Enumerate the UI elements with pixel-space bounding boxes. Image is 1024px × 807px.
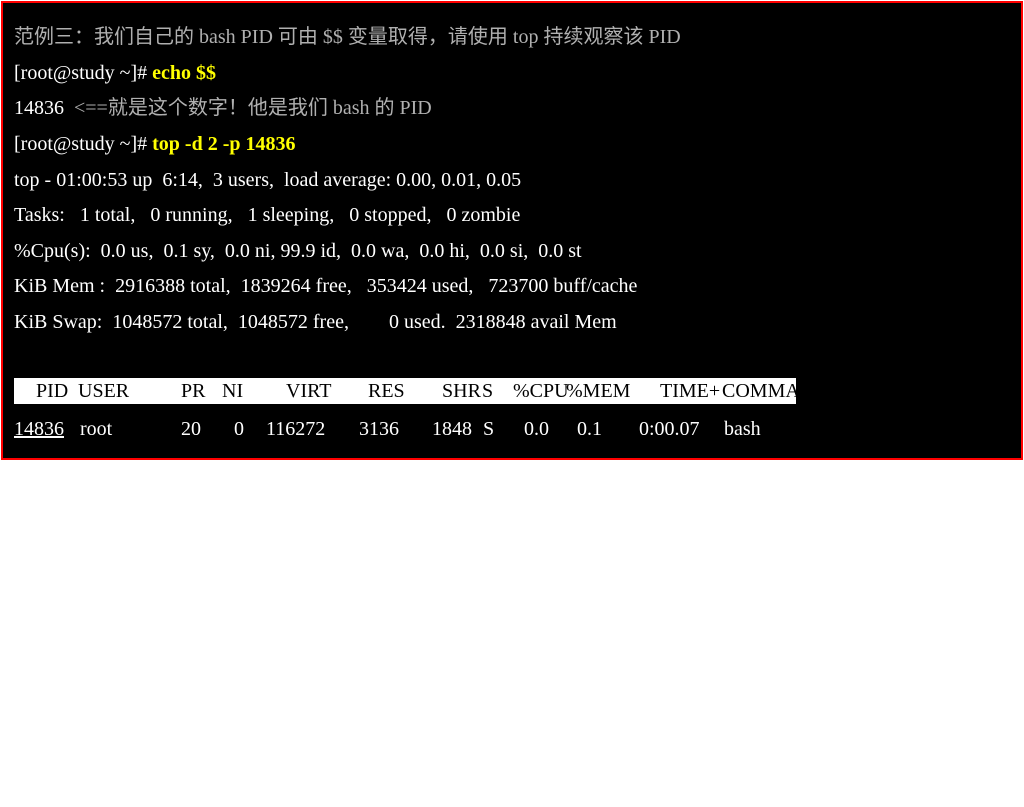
shell-prompt: [root@study ~]# [14, 133, 153, 155]
process-mem: 0.1 [577, 418, 602, 440]
pid-value: 14836 [14, 97, 64, 119]
column-header-command: COMMAND [722, 380, 829, 402]
top-uptime-line: top - 01:00:53 up 6:14, 3 users, load av… [14, 169, 522, 191]
top-mem-line: KiB Mem : 2916388 total, 1839264 free, 3… [14, 275, 638, 297]
shell-prompt: [root@study ~]# [14, 62, 153, 84]
column-header-cpu: %CPU [513, 380, 569, 402]
column-header-ni: NI [222, 380, 244, 402]
pid-output-line: 14836 <==就是这个数字！他是我们 bash 的 PID [14, 94, 432, 122]
process-res: 3136 [359, 418, 399, 440]
column-header-shr: SHR [442, 380, 481, 402]
process-virt: 116272 [266, 418, 326, 440]
column-header-res: RES [368, 380, 405, 402]
top-tasks-line: Tasks: 1 total, 0 running, 1 sleeping, 0… [14, 204, 521, 226]
process-pr: 20 [181, 418, 201, 440]
column-header-virt: VIRT [286, 380, 332, 402]
column-header-pid: PID [36, 380, 69, 402]
terminal-output: 范例三：我们自己的 bash PID 可由 $$ 变量取得，请使用 top 持续… [14, 3, 1021, 486]
column-header-time: TIME+ [660, 380, 721, 402]
pid-comment: <==就是这个数字！他是我们 bash 的 PID [74, 97, 432, 119]
command-line-echo[interactable]: [root@study ~]# echo $$ [14, 59, 216, 87]
column-header-mem: %MEM [566, 380, 631, 402]
terminal-window: 范例三：我们自己的 bash PID 可由 $$ 变量取得，请使用 top 持续… [1, 1, 1023, 460]
top-command: top -d 2 -p 14836 [152, 133, 296, 155]
top-cpu-line: %Cpu(s): 0.0 us, 0.1 sy, 0.0 ni, 99.9 id… [14, 240, 582, 262]
intro-comment: 范例三：我们自己的 bash PID 可由 $$ 变量取得，请使用 top 持续… [14, 26, 681, 48]
column-header-state: S [482, 380, 494, 402]
process-ni: 0 [234, 418, 244, 440]
process-command: bash [724, 418, 761, 440]
process-row[interactable]: 14836 root 20 0 116272 3136 1848 S 0.0 0… [14, 415, 814, 443]
process-table-header: PID USER PR NI VIRT RES SHR S %CPU %MEM … [14, 378, 829, 404]
process-state: S [483, 418, 495, 440]
command-line-top[interactable]: [root@study ~]# top -d 2 -p 14836 [14, 130, 295, 158]
process-pid[interactable]: 14836 [14, 415, 64, 443]
top-swap-line: KiB Swap: 1048572 total, 1048572 free, 0… [14, 311, 617, 333]
process-user: root [80, 418, 113, 440]
process-cpu: 0.0 [524, 418, 549, 440]
process-shr: 1848 [432, 418, 472, 440]
column-header-user: USER [78, 380, 130, 402]
echo-command: echo $$ [152, 62, 217, 84]
column-header-pr: PR [181, 380, 206, 402]
process-time: 0:00.07 [639, 418, 700, 440]
